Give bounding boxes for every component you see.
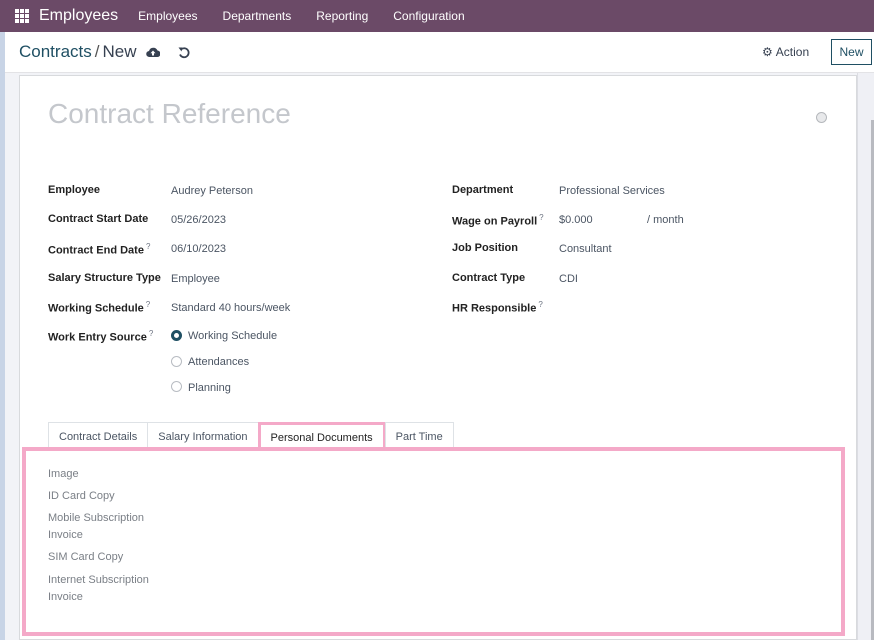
undo-icon[interactable]	[177, 45, 191, 59]
action-button[interactable]: ⚙ Action	[762, 45, 809, 59]
radio-label-planning[interactable]: Planning	[188, 382, 231, 394]
action-label: Action	[775, 45, 810, 59]
job-position-label: Job Position	[452, 242, 518, 254]
wage-field[interactable]: $0.000	[559, 214, 593, 226]
internet-subscription-invoice-label: Invoice	[48, 591, 83, 603]
top-navbar: Employees Employees Departments Reportin…	[0, 0, 874, 32]
breadcrumb-separator: /	[94, 42, 100, 61]
contract-start-date-field[interactable]: 05/26/2023	[171, 214, 226, 226]
mobile-subscription-invoice-label: Invoice	[48, 529, 83, 541]
gear-icon: ⚙	[762, 45, 773, 59]
wage-on-payroll-label: Wage on Payroll?	[452, 213, 544, 228]
help-icon[interactable]: ?	[149, 329, 153, 338]
personal-documents-panel	[22, 447, 845, 636]
contract-end-date-label: Contract End Date?	[48, 242, 151, 257]
help-icon[interactable]: ?	[538, 300, 542, 309]
contract-reference-input[interactable]: Contract Reference	[48, 98, 291, 130]
mobile-subscription-label: Mobile Subscription	[48, 512, 144, 524]
help-icon[interactable]: ?	[539, 213, 543, 222]
department-label: Department	[452, 184, 514, 196]
employee-field[interactable]: Audrey Peterson	[171, 185, 253, 197]
sim-card-copy-label: SIM Card Copy	[48, 551, 124, 563]
radio-label-attendances[interactable]: Attendances	[188, 356, 249, 368]
cloud-upload-icon[interactable]	[146, 46, 160, 58]
working-schedule-label: Working Schedule?	[48, 300, 151, 315]
hr-responsible-field[interactable]	[559, 301, 759, 315]
employee-label: Employee	[48, 184, 100, 196]
salary-structure-type-field[interactable]: Employee	[171, 273, 220, 285]
contract-start-date-label: Contract Start Date	[48, 213, 149, 225]
breadcrumb-current: New	[102, 42, 137, 61]
menu-reporting[interactable]: Reporting	[316, 9, 368, 23]
app-brand[interactable]: Employees	[39, 7, 118, 25]
radio-planning[interactable]	[171, 381, 182, 392]
job-position-field[interactable]: Consultant	[559, 243, 612, 255]
apps-grid-icon[interactable]	[15, 9, 29, 23]
breadcrumb-contracts[interactable]: Contracts	[19, 42, 92, 61]
internet-subscription-label: Internet Subscription	[48, 574, 149, 586]
id-card-copy-label: ID Card Copy	[48, 490, 115, 502]
wage-period-suffix: / month	[647, 214, 684, 226]
status-indicator[interactable]	[816, 112, 827, 123]
menu-configuration[interactable]: Configuration	[393, 9, 464, 23]
radio-working-schedule[interactable]	[171, 330, 182, 341]
left-edge-strip	[0, 32, 5, 640]
radio-label-working-schedule[interactable]: Working Schedule	[188, 330, 277, 342]
hr-responsible-label: HR Responsible?	[452, 300, 543, 315]
contract-end-date-field[interactable]: 06/10/2023	[171, 243, 226, 255]
salary-structure-type-label: Salary Structure Type	[48, 272, 161, 284]
breadcrumb: Contracts / New	[19, 42, 137, 62]
help-icon[interactable]: ?	[146, 242, 150, 251]
new-button[interactable]: New	[831, 39, 872, 65]
department-field[interactable]: Professional Services	[559, 185, 665, 197]
working-schedule-field[interactable]: Standard 40 hours/week	[171, 302, 290, 314]
contract-type-label: Contract Type	[452, 272, 526, 284]
control-panel: Contracts / New ⚙ Action New	[5, 32, 874, 73]
work-entry-source-label: Work Entry Source?	[48, 329, 154, 344]
menu-employees[interactable]: Employees	[138, 9, 197, 23]
contract-type-field[interactable]: CDI	[559, 273, 578, 285]
image-field-label: Image	[48, 468, 79, 480]
menu-departments[interactable]: Departments	[223, 9, 292, 23]
radio-attendances[interactable]	[171, 356, 182, 367]
help-icon[interactable]: ?	[146, 300, 150, 309]
